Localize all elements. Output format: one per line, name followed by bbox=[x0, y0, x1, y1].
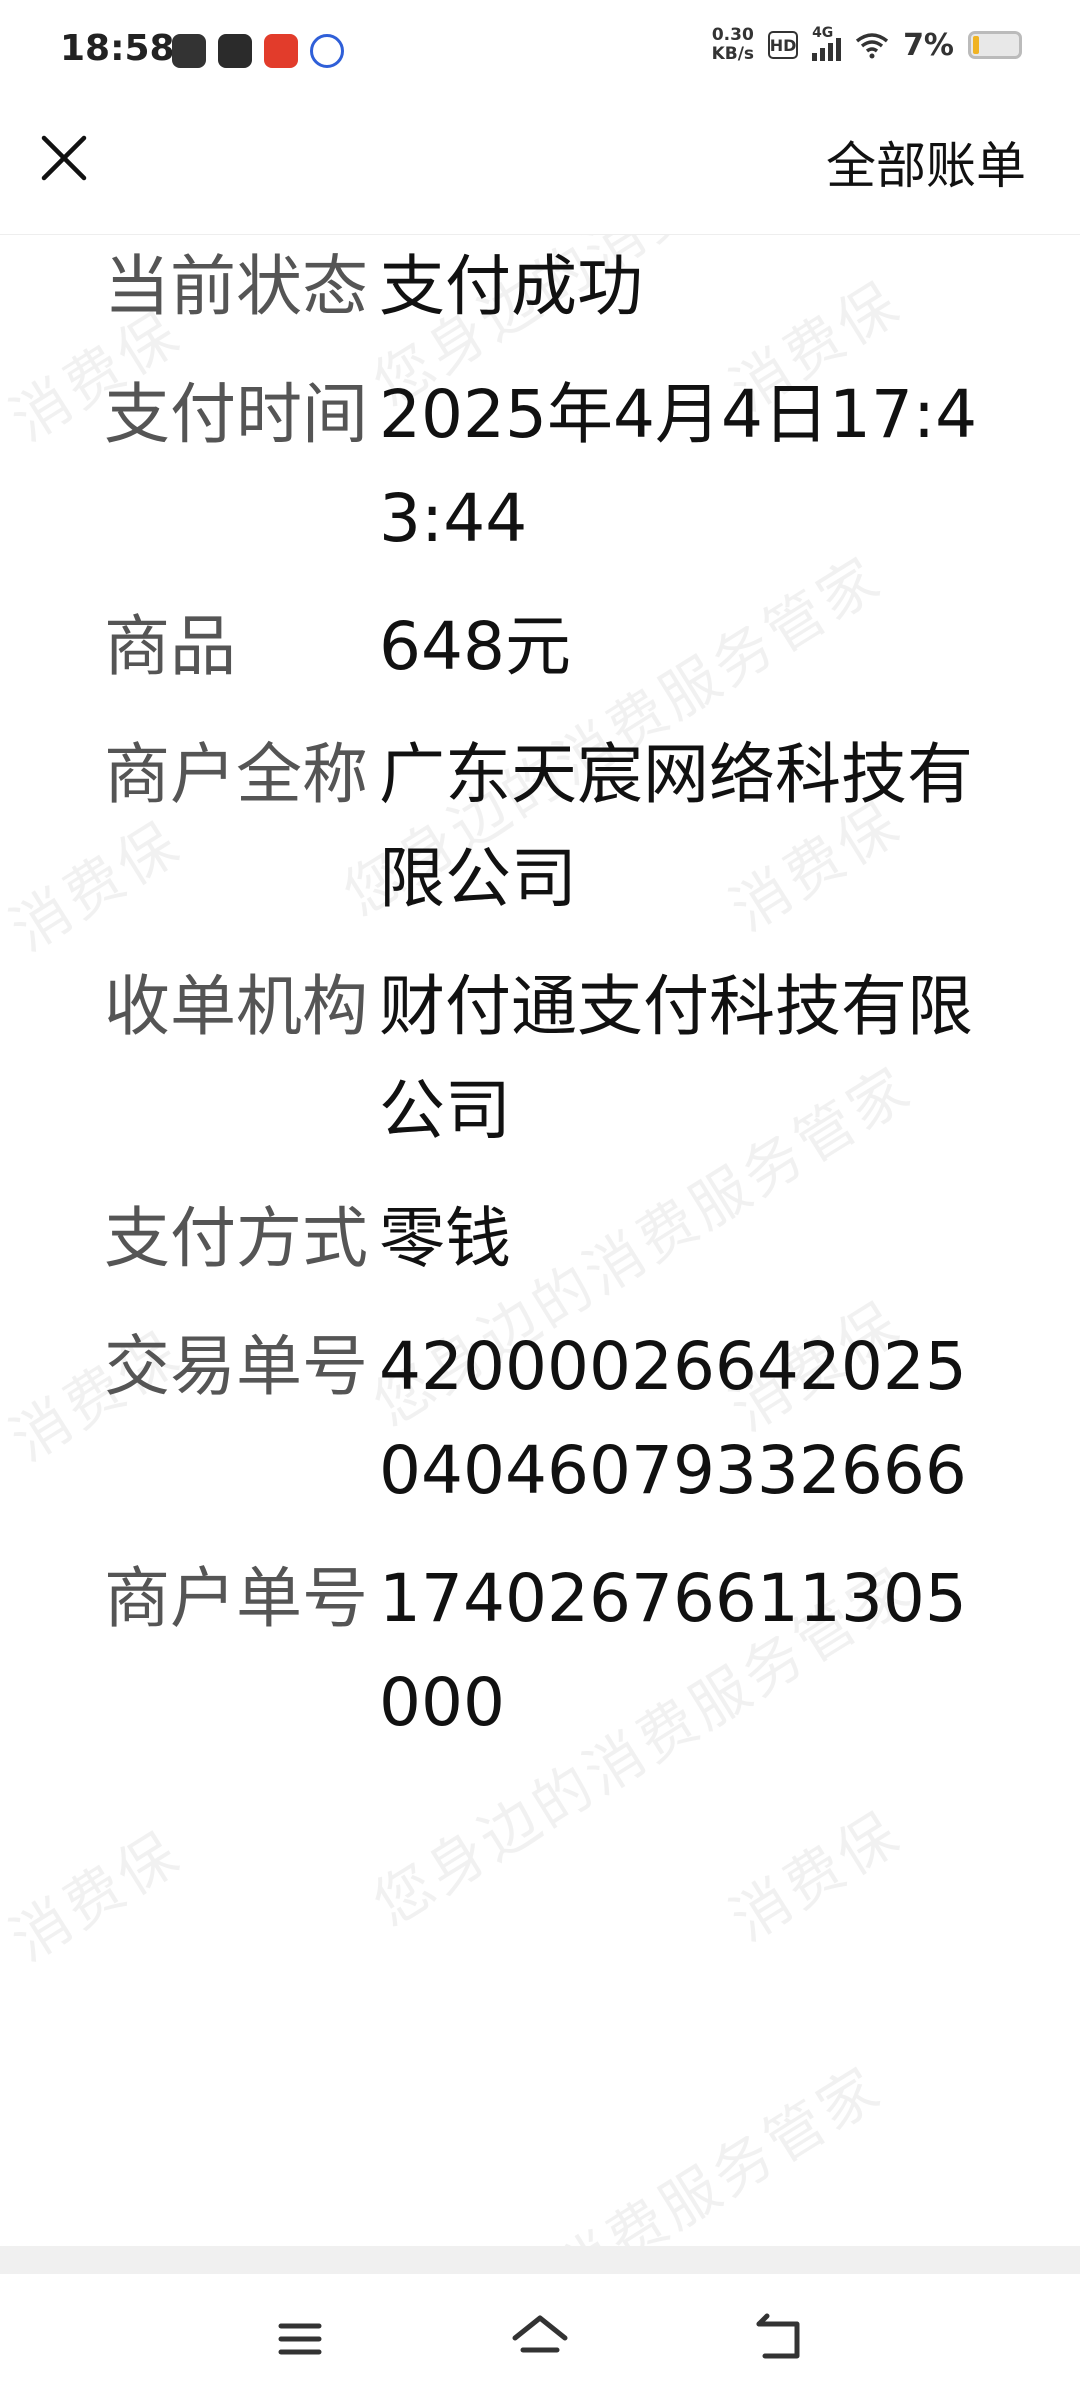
detail-value: 广东天宸网络科技有限公司 bbox=[379, 736, 973, 917]
shopping-app-icon bbox=[264, 34, 298, 68]
back-icon bbox=[756, 2313, 800, 2359]
network-type: 4G bbox=[812, 25, 834, 41]
header: 全部账单 bbox=[0, 100, 1080, 235]
detail-row-payment-method: 支付方式 零钱 bbox=[0, 1187, 1080, 1291]
all-bills-link[interactable]: 全部账单 bbox=[826, 126, 1026, 198]
back-button[interactable] bbox=[745, 2304, 815, 2374]
detail-label: 支付时间 bbox=[104, 376, 368, 453]
paw-app-icon bbox=[310, 34, 344, 68]
detail-value: 2025年4月4日17:43:44 bbox=[379, 376, 978, 557]
network-speed-unit: KB/s bbox=[711, 44, 755, 64]
detail-label: 商户全称 bbox=[104, 736, 368, 813]
detail-value: 财付通支付科技有限公司 bbox=[379, 968, 973, 1149]
detail-row-transaction-id: 交易单号 4200002664202504046079332666 bbox=[0, 1315, 1080, 1523]
network-speed-value: 0.30 bbox=[711, 25, 754, 45]
close-button[interactable] bbox=[36, 130, 92, 186]
notification-icons bbox=[172, 34, 344, 68]
system-nav-bar bbox=[0, 2274, 1080, 2400]
detail-label: 当前状态 bbox=[104, 248, 368, 325]
detail-value[interactable]: 17402676611305000 bbox=[379, 1547, 979, 1755]
battery-level bbox=[973, 36, 979, 54]
detail-label: 支付方式 bbox=[104, 1200, 368, 1277]
status-right-group: 0.30 KB/s HD 4G 7% bbox=[712, 25, 1022, 64]
app-icon bbox=[172, 34, 206, 68]
status-time: 18:58 bbox=[60, 28, 175, 69]
bottom-divider bbox=[0, 2246, 1080, 2274]
home-icon bbox=[512, 2315, 568, 2353]
watermark-text: 消费保 bbox=[718, 1798, 913, 1955]
detail-value: 648元 bbox=[379, 608, 571, 685]
recent-apps-button[interactable] bbox=[265, 2304, 335, 2374]
battery-icon bbox=[968, 31, 1022, 59]
detail-row-merchant-name: 商户全称 广东天宸网络科技有限公司 bbox=[0, 723, 1080, 931]
close-icon bbox=[41, 135, 87, 181]
detail-row-pay-time: 支付时间 2025年4月4日17:43:44 bbox=[0, 363, 1080, 571]
network-speed: 0.30 KB/s bbox=[712, 26, 754, 64]
payment-details: 当前状态 支付成功 支付时间 2025年4月4日17:43:44 商品 648元… bbox=[0, 235, 1080, 1779]
detail-row-status: 当前状态 支付成功 bbox=[0, 235, 1080, 339]
detail-value[interactable]: 4200002664202504046079332666 bbox=[379, 1315, 979, 1523]
detail-row-merchant-order-id: 商户单号 17402676611305000 bbox=[0, 1547, 1080, 1755]
hd-icon: HD bbox=[768, 31, 799, 59]
detail-row-product: 商品 648元 bbox=[0, 595, 1080, 699]
status-bar: 18:58 0.30 KB/s HD 4G 7% bbox=[0, 0, 1080, 100]
detail-value: 零钱 bbox=[379, 1200, 511, 1277]
watermark-text: 消费保 bbox=[0, 1818, 193, 1975]
message-icon bbox=[218, 34, 252, 68]
home-button[interactable] bbox=[505, 2304, 575, 2374]
battery-percentage: 7% bbox=[903, 27, 954, 63]
detail-label: 交易单号 bbox=[104, 1328, 368, 1405]
detail-row-acquirer: 收单机构 财付通支付科技有限公司 bbox=[0, 955, 1080, 1163]
detail-label: 商品 bbox=[104, 608, 236, 685]
detail-label: 收单机构 bbox=[104, 968, 368, 1045]
detail-value: 支付成功 bbox=[379, 248, 643, 325]
menu-icon bbox=[278, 2323, 322, 2355]
signal-icon: 4G bbox=[812, 25, 842, 61]
wifi-icon bbox=[855, 31, 889, 59]
detail-label: 商户单号 bbox=[104, 1560, 368, 1637]
